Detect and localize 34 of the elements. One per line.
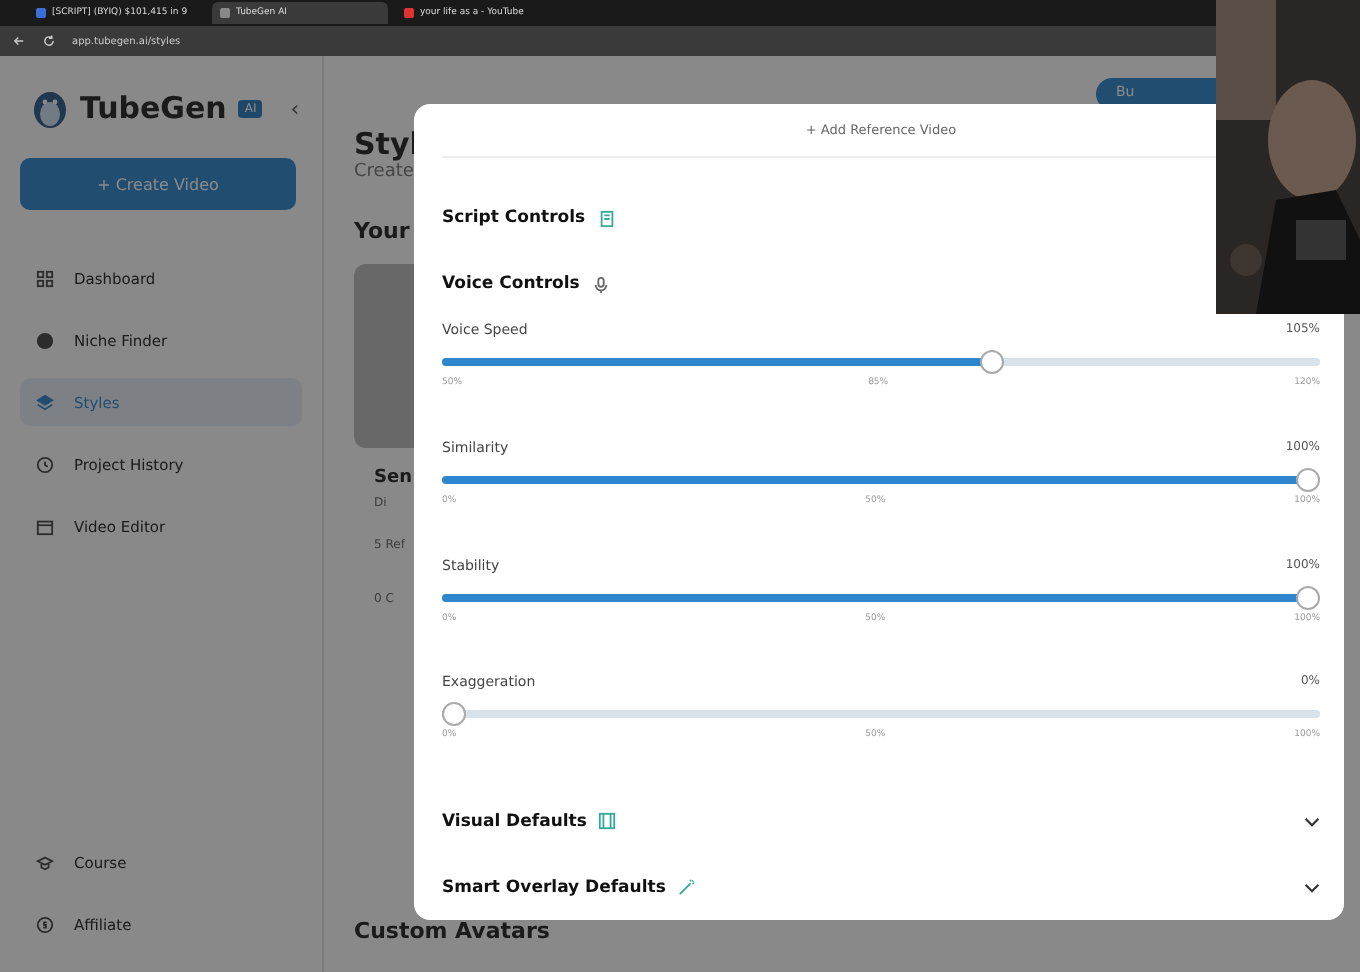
card-title: Sen	[374, 468, 412, 488]
slider[interactable]	[442, 349, 1320, 374]
layers-icon	[36, 393, 54, 411]
brand-name: TubeGen	[80, 90, 227, 126]
create-video-button[interactable]: + Create Video	[20, 158, 296, 210]
graduation-cap-icon	[36, 853, 54, 871]
slider[interactable]	[442, 467, 1320, 492]
section-heading: Custom Avatars	[354, 918, 550, 944]
film-icon	[598, 812, 617, 831]
chevron-icon	[1304, 879, 1320, 896]
microphone-icon	[591, 275, 610, 294]
scroll-icon	[597, 209, 616, 228]
slider-thumb[interactable]	[442, 702, 466, 727]
collapse-button[interactable]: ‹	[290, 95, 300, 121]
penguin-logo-icon	[32, 88, 68, 128]
section-heading: Your	[354, 218, 410, 244]
slider[interactable]	[442, 702, 1320, 727]
grid-icon	[36, 269, 54, 287]
magic-wand-icon	[677, 878, 696, 897]
section-header[interactable]: Visual Defaults	[442, 788, 1320, 855]
slider-thumb[interactable]	[1296, 585, 1320, 610]
slider[interactable]	[442, 585, 1320, 610]
page-subtitle: Create	[354, 162, 414, 182]
chevron-icon	[1304, 813, 1320, 830]
slider-thumb[interactable]	[1296, 467, 1320, 492]
coin-icon	[36, 915, 54, 933]
reload-icon	[42, 34, 56, 48]
history-icon	[36, 455, 54, 473]
section-header[interactable]: Script Controls	[442, 186, 616, 252]
section-header[interactable]: Voice Controls	[442, 251, 610, 318]
section-header[interactable]: Smart Overlay Defaults	[442, 854, 1320, 920]
calendar-icon	[36, 517, 54, 535]
back-icon	[12, 34, 26, 48]
slider-thumb[interactable]	[980, 349, 1004, 374]
